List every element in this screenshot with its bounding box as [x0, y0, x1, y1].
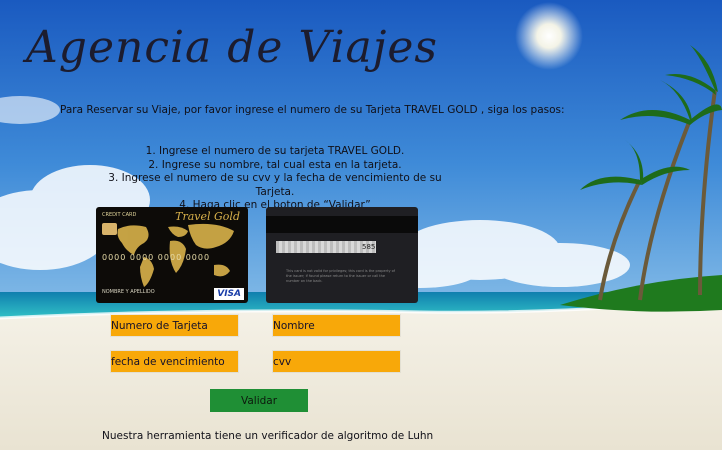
card-number-input[interactable] [111, 315, 238, 336]
expiry-input[interactable] [111, 351, 238, 372]
card-back-image: 585 This card is not valid for privilege… [266, 207, 418, 303]
chip-icon [102, 223, 117, 235]
step-item: 3. Ingrese el numero de su cvv y la fech… [108, 172, 442, 198]
cvv-input[interactable] [273, 351, 400, 372]
intro-text: Para Reservar su Viaje, por favor ingres… [60, 104, 565, 116]
page-title: Agencia de Viajes [26, 22, 439, 73]
card-brand: Travel Gold [175, 210, 240, 223]
magnetic-stripe [266, 216, 418, 233]
card-cvv: 585 [362, 243, 376, 251]
signature-strip [276, 241, 376, 253]
sun-icon [515, 2, 583, 70]
card-number: 0000 0000 0000 0000 [102, 253, 211, 262]
card-fine-print: This card is not valid for privileges; t… [286, 269, 396, 283]
card-holder: NOMBRE Y APELLIDO [102, 289, 155, 295]
steps-list: 1. Ingrese el numero de su tarjeta TRAVE… [100, 145, 450, 213]
card-front-image: CREDIT CARD Travel Gold 0000 0000 0000 0… [96, 207, 248, 303]
card-label: CREDIT CARD [102, 212, 137, 218]
step-item: 2. Ingrese su nombre, tal cual esta en l… [148, 158, 402, 171]
validate-button[interactable]: Validar [210, 389, 308, 412]
step-item: 1. Ingrese el numero de su tarjeta TRAVE… [145, 145, 405, 157]
name-input[interactable] [273, 315, 400, 336]
visa-logo: VISA [214, 288, 244, 300]
footer-note: Nuestra herramienta tiene un verificador… [102, 430, 434, 442]
